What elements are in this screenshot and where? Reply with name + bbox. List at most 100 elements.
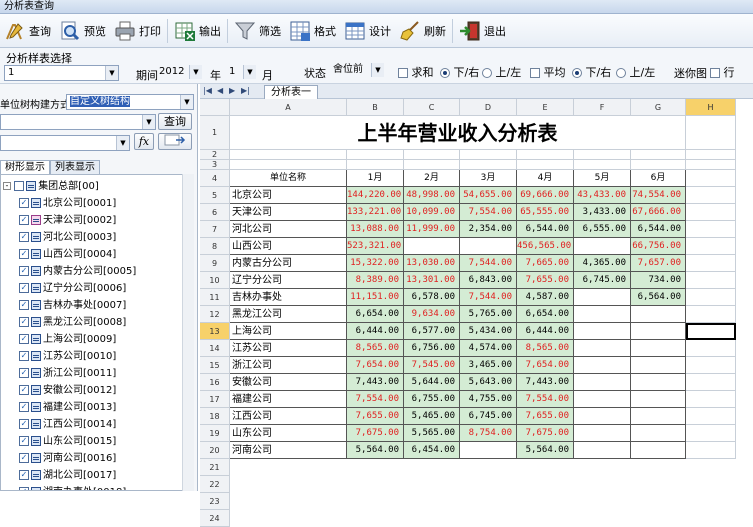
cell[interactable] — [686, 408, 736, 425]
value-cell[interactable]: 5,765.00 — [460, 306, 517, 323]
row-header[interactable]: 23 — [200, 493, 230, 510]
value-cell[interactable]: 5,465.00 — [404, 408, 460, 425]
tree-node[interactable]: ✓ 河北公司[0003] — [19, 229, 116, 246]
cell[interactable] — [686, 340, 736, 357]
value-cell[interactable]: 7,544.00 — [460, 255, 517, 272]
value-cell[interactable]: 734.00 — [631, 272, 686, 289]
value-cell[interactable]: 7,655.00 — [347, 408, 404, 425]
table-header-cell[interactable]: 1月 — [347, 170, 404, 187]
column-header[interactable]: F — [574, 99, 631, 116]
unit-name-cell[interactable]: 天津公司 — [230, 204, 347, 221]
export-button[interactable]: 输出 — [170, 16, 225, 46]
value-cell[interactable]: 4,365.00 — [574, 255, 631, 272]
value-cell[interactable]: 7,443.00 — [517, 374, 574, 391]
unit-name-cell[interactable]: 安徽公司 — [230, 374, 347, 391]
node-checkbox[interactable]: ✓ — [19, 351, 29, 361]
tree-node[interactable]: ✓ 黑龙江公司[0008] — [19, 314, 126, 331]
row-header[interactable]: 16 — [200, 374, 230, 391]
column-header[interactable]: E — [517, 99, 574, 116]
value-cell[interactable] — [574, 289, 631, 306]
cell[interactable] — [686, 204, 736, 221]
value-cell[interactable]: 5,565.00 — [404, 425, 460, 442]
cell[interactable] — [347, 160, 404, 170]
value-cell[interactable]: 7,554.00 — [460, 204, 517, 221]
value-cell[interactable]: 6,756.00 — [404, 340, 460, 357]
row-header[interactable]: 5 — [200, 187, 230, 204]
value-cell[interactable]: 6,555.00 — [574, 221, 631, 238]
tree-node[interactable]: ✓ 山西公司[0004] — [19, 246, 116, 263]
unit-name-cell[interactable]: 吉林办事处 — [230, 289, 347, 306]
value-cell[interactable] — [631, 340, 686, 357]
unit-name-cell[interactable]: 河北公司 — [230, 221, 347, 238]
value-cell[interactable]: 7,675.00 — [347, 425, 404, 442]
tree-node[interactable]: ✓ 湖南办事处[0018] — [19, 484, 126, 490]
value-cell[interactable]: 133,221.00 — [347, 204, 404, 221]
value-cell[interactable] — [574, 425, 631, 442]
tree-node[interactable]: ✓ 湖北公司[0017] — [19, 467, 116, 484]
row-header[interactable]: 24 — [200, 510, 230, 527]
node-checkbox[interactable]: ✓ — [19, 334, 29, 344]
row-header[interactable]: 17 — [200, 391, 230, 408]
column-header[interactable]: C — [404, 99, 460, 116]
table-header-cell[interactable]: 单位名称 — [230, 170, 347, 187]
unit-name-cell[interactable]: 福建公司 — [230, 391, 347, 408]
cell[interactable] — [686, 221, 736, 238]
cell[interactable] — [460, 150, 517, 160]
node-checkbox[interactable]: ✓ — [19, 402, 29, 412]
row-header[interactable]: 4 — [200, 170, 230, 187]
avg-up-radio[interactable] — [616, 68, 626, 78]
value-cell[interactable] — [631, 425, 686, 442]
value-cell[interactable] — [631, 391, 686, 408]
value-cell[interactable]: 6,444.00 — [347, 323, 404, 340]
value-cell[interactable]: 523,321.00 — [347, 238, 404, 255]
cell[interactable] — [686, 306, 736, 323]
value-cell[interactable]: 7,665.00 — [517, 255, 574, 272]
cell[interactable] — [686, 238, 736, 255]
value-cell[interactable]: 2,354.00 — [460, 221, 517, 238]
cell[interactable] — [686, 357, 736, 374]
value-cell[interactable]: 11,999.00 — [404, 221, 460, 238]
value-cell[interactable] — [460, 442, 517, 459]
node-checkbox[interactable]: ✓ — [19, 385, 29, 395]
value-cell[interactable]: 8,565.00 — [517, 340, 574, 357]
row-header[interactable]: 3 — [200, 160, 230, 170]
cell[interactable] — [631, 150, 686, 160]
cell[interactable] — [686, 442, 736, 459]
unit-name-cell[interactable]: 山东公司 — [230, 425, 347, 442]
node-checkbox[interactable]: ✓ — [19, 249, 29, 259]
table-header-cell[interactable]: 2月 — [404, 170, 460, 187]
row-header[interactable]: 13 — [200, 323, 230, 340]
sum-down-radio[interactable] — [440, 68, 450, 78]
unit-name-cell[interactable]: 江西公司 — [230, 408, 347, 425]
avg-checkbox[interactable] — [530, 68, 540, 78]
cell[interactable] — [574, 160, 631, 170]
value-cell[interactable]: 7,675.00 — [517, 425, 574, 442]
value-cell[interactable]: 9,634.00 — [404, 306, 460, 323]
value-cell[interactable]: 5,644.00 — [404, 374, 460, 391]
unit-name-cell[interactable]: 内蒙古分公司 — [230, 255, 347, 272]
row-header[interactable]: 12 — [200, 306, 230, 323]
sum-up-radio[interactable] — [482, 68, 492, 78]
cell[interactable] — [517, 160, 574, 170]
cell[interactable] — [686, 391, 736, 408]
value-cell[interactable]: 6,564.00 — [631, 289, 686, 306]
value-cell[interactable]: 7,654.00 — [347, 357, 404, 374]
table-header-cell[interactable]: 6月 — [631, 170, 686, 187]
table-header-cell[interactable]: 4月 — [517, 170, 574, 187]
tree-node[interactable]: ✓ 上海公司[0009] — [19, 331, 116, 348]
row-header[interactable]: 7 — [200, 221, 230, 238]
fx-button[interactable]: fx — [134, 133, 154, 150]
unit-name-cell[interactable]: 浙江公司 — [230, 357, 347, 374]
value-cell[interactable]: 7,545.00 — [404, 357, 460, 374]
tree-node[interactable]: ✓ 内蒙古分公司[0005] — [19, 263, 136, 280]
row-header[interactable]: 1 — [200, 116, 230, 150]
sample-select[interactable]: 1 ▼ — [4, 65, 119, 81]
value-cell[interactable]: 3,465.00 — [460, 357, 517, 374]
value-cell[interactable]: 6,843.00 — [460, 272, 517, 289]
value-cell[interactable]: 43,433.00 — [574, 187, 631, 204]
cell[interactable] — [686, 323, 736, 340]
cell[interactable] — [686, 116, 736, 150]
node-checkbox[interactable]: ✓ — [19, 300, 29, 310]
value-cell[interactable]: 13,088.00 — [347, 221, 404, 238]
column-header[interactable]: A — [230, 99, 347, 116]
